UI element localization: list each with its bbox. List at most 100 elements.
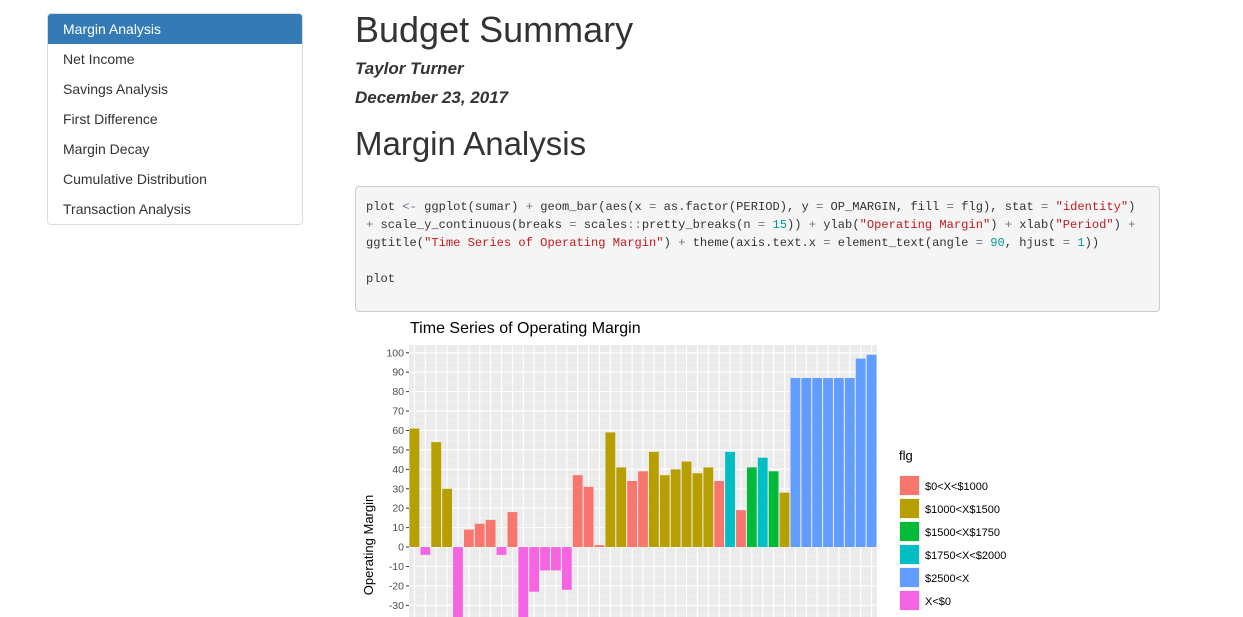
code-token-plain: ) [1128,200,1143,215]
code-token-str: "Time Series of Operating Margin" [424,236,664,251]
code-token-op: = [1062,236,1071,251]
bar-period-35 [779,492,790,548]
bar-period-2 [420,547,431,555]
code-token-num: 1 [1077,236,1085,251]
legend-label: $1000<X$1500 [925,504,1000,516]
bar-period-13 [540,547,550,571]
bar-period-32 [746,467,757,548]
bar-period-41 [844,378,855,548]
bar-period-23 [648,451,659,548]
y-tick-label: 60 [392,425,404,437]
y-tick-label: 40 [392,464,404,476]
bar-period-12 [529,547,540,592]
bar-period-34 [768,471,779,548]
code-token-plain: scale_y_continuous(breaks [373,218,570,233]
y-tick-label: 10 [392,522,404,534]
legend-swatch [900,591,919,610]
bar-period-18 [594,545,605,548]
legend-label: $0<X<$1000 [925,481,988,493]
bar-period-36 [790,378,801,548]
bar-period-7 [474,523,485,548]
chart-y-axis-label: Operating Margin [361,495,376,595]
code-token-num: 90 [990,236,1005,251]
legend-label: $2500<X [925,573,970,585]
toc-item-net-income[interactable]: Net Income [48,44,302,74]
plot-panel: 1009080706050403020100-10-20-30 [386,345,877,617]
legend-swatch [900,568,919,587]
code-token-op: + [1004,218,1012,233]
toc-item-margin-analysis[interactable]: Margin Analysis [48,14,302,44]
bar-period-16 [572,475,583,548]
chart-title: Time Series of Operating Margin [410,320,641,337]
legend-label: X<$0 [925,596,951,608]
y-tick-label: 30 [392,483,404,495]
bar-period-5 [453,547,463,617]
y-tick-label: -30 [389,600,404,612]
bar-period-4 [442,488,452,548]
toc-item-margin-decay[interactable]: Margin Decay [48,134,302,164]
code-token-plain: scales [576,218,628,233]
code-token-op: = [975,236,983,251]
y-tick-label: -10 [389,561,404,573]
bar-period-6 [463,529,474,548]
bar-period-17 [583,486,594,548]
document-author: Taylor Turner [355,59,464,78]
section-title: Margin Analysis [355,125,587,162]
toc-item-savings-analysis[interactable]: Savings Analysis [48,74,302,104]
document-title: Budget Summary [355,9,634,50]
bar-period-27 [692,473,703,548]
code-token-num: 15 [772,218,787,233]
bar-period-43 [866,354,877,548]
y-tick-label: 0 [398,542,404,554]
y-tick-label: 90 [392,367,404,379]
bar-period-10 [507,512,518,548]
legend-label: $1750<X<$2000 [925,550,1006,562]
code-token-plain: as.factor(PERIOD), y [656,200,817,215]
code-token-op: <- [402,200,417,215]
bar-period-25 [670,469,681,548]
code-token-plain: , hjust [1004,236,1063,251]
bar-period-1 [409,428,420,548]
code-block[interactable]: plot <- ggplot(sumar) + geom_bar(aes(x =… [355,186,1160,313]
legend-swatch [900,522,919,541]
bar-period-31 [736,510,746,548]
bar-period-26 [681,461,692,548]
legend-swatch [900,545,919,564]
code-token-plain: theme(axis.text.x [685,236,824,251]
toc-item-first-difference[interactable]: First Difference [48,104,302,134]
code-token-str: "Operating Margin" [859,218,991,233]
operating-margin-chart: Time Series of Operating Margin Operatin… [361,320,1006,617]
bar-period-38 [812,378,823,548]
bar-period-22 [638,471,648,548]
bar-period-40 [834,378,844,548]
bar-period-42 [855,358,866,548]
code-token-plain: OP_MARGIN, fill [823,200,947,215]
code-token-op: = [946,200,954,215]
chart-legend: flg $0<X<$1000 $1000<X$1500 $1500<X$1750 $17… [899,448,1006,611]
toc-item-cumulative-distribution[interactable]: Cumulative Distribution [48,164,302,194]
bar-period-30 [725,451,735,548]
legend-title: flg [899,448,913,463]
bar-period-20 [616,467,627,548]
code-token-op: + [808,218,817,233]
y-tick-label: 70 [392,406,404,418]
code-token-plain: ggplot(sumar) [416,200,526,215]
code-token-op: :: [627,218,642,233]
legend-swatch [900,499,919,518]
bar-period-24 [659,475,670,548]
code-token-str: "Period" [1055,218,1114,233]
bar-period-21 [627,481,638,548]
code-token-plain: element_text(angle [830,236,976,251]
legend-swatch [900,476,919,495]
y-tick-label: 100 [386,347,404,359]
bar-period-15 [561,547,572,590]
code-token-plain: ) [990,218,1005,233]
code-token-plain: ) [663,236,679,251]
bar-period-9 [496,547,507,555]
toc-item-transaction-analysis[interactable]: Transaction Analysis [48,194,302,224]
code-token-plain: geom_bar(aes(x [532,200,650,215]
y-tick-label: 80 [392,386,404,398]
code-token-op: + [525,200,533,215]
y-tick-label: 20 [392,503,404,515]
bar-period-37 [801,378,812,548]
